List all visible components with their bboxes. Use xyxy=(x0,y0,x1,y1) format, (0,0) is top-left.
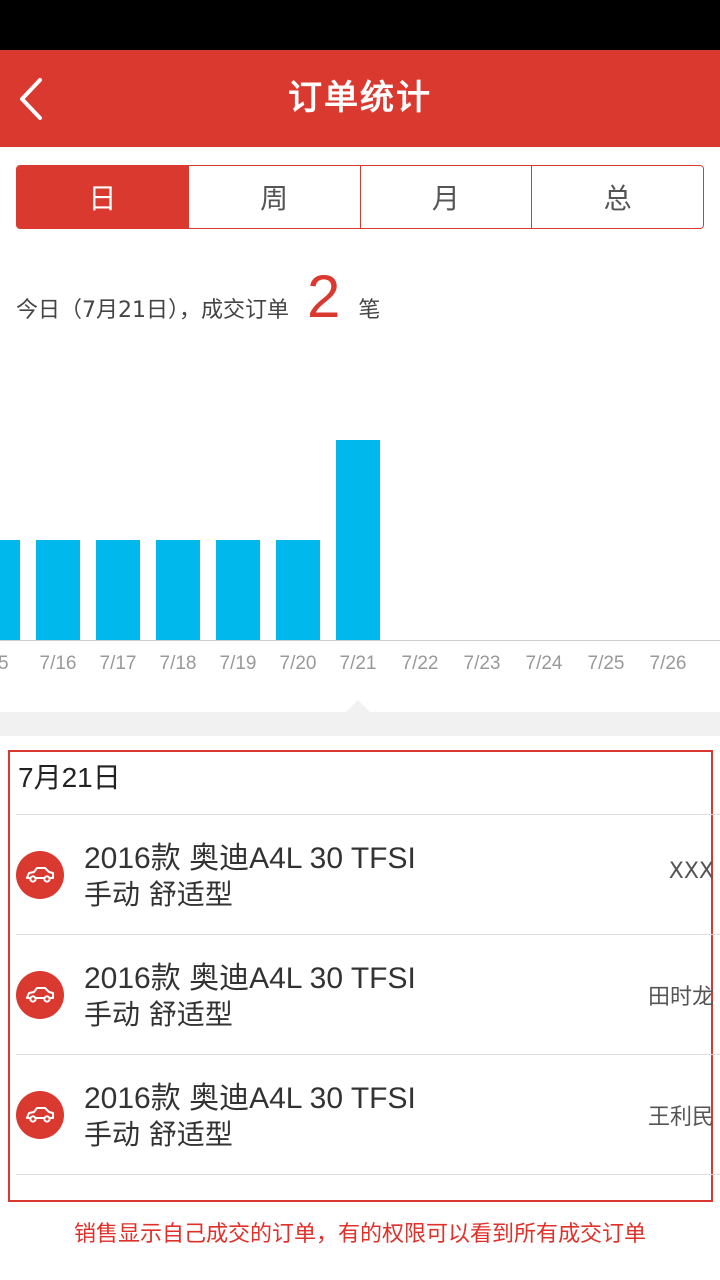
summary-unit: 笔 xyxy=(358,298,381,323)
bar-7-19[interactable] xyxy=(216,540,260,640)
bar-7-21[interactable] xyxy=(336,440,380,640)
bar-7-20[interactable] xyxy=(276,540,320,640)
summary-count: 2 xyxy=(307,263,341,330)
daily-summary: 今日（7月21日），成交订单 2 笔 xyxy=(16,262,380,342)
x-tick-label: 7/21 xyxy=(340,653,377,674)
order-subtitle: 手动 舒适型 xyxy=(84,878,233,911)
selected-date-pointer xyxy=(346,700,370,712)
x-tick-label: 7/20 xyxy=(280,653,317,674)
bar-7-15[interactable] xyxy=(0,540,20,640)
order-subtitle: 手动 舒适型 xyxy=(84,998,233,1031)
order-title: 2016款 奥迪A4L 30 TFSI xyxy=(84,1082,416,1115)
order-item[interactable]: 2016款 奥迪A4L 30 TFSI 手动 舒适型 XXX xyxy=(16,815,716,935)
status-bar xyxy=(0,0,720,50)
divider xyxy=(16,1174,720,1175)
car-icon xyxy=(16,851,64,899)
order-item[interactable]: 2016款 奥迪A4L 30 TFSI 手动 舒适型 田时龙 xyxy=(16,935,716,1055)
bar-7-16[interactable] xyxy=(36,540,80,640)
order-subtitle: 手动 舒适型 xyxy=(84,1118,233,1151)
x-tick-label: 7/19 xyxy=(220,653,257,674)
page-title: 订单统计 xyxy=(288,78,432,118)
order-title: 2016款 奥迪A4L 30 TFSI xyxy=(84,842,416,875)
period-tabs: 日 周 月 总 xyxy=(16,165,704,229)
x-tick-label: 7/18 xyxy=(160,653,197,674)
order-list-date: 7月21日 xyxy=(18,762,121,793)
chevron-left-icon xyxy=(20,78,42,120)
tab-day[interactable]: 日 xyxy=(17,166,188,228)
x-tick-label: 7/23 xyxy=(464,653,501,674)
back-button[interactable] xyxy=(10,68,70,128)
tab-week[interactable]: 周 xyxy=(187,166,360,228)
x-tick-label: 15 xyxy=(0,653,9,674)
bar-7-17[interactable] xyxy=(96,540,140,640)
annotation-note: 销售显示自己成交的订单，有的权限可以看到所有成交订单 xyxy=(73,1222,646,1247)
order-seller: 田时龙 xyxy=(647,985,714,1010)
x-tick-label: 7/17 xyxy=(100,653,137,674)
order-item[interactable]: 2016款 奥迪A4L 30 TFSI 手动 舒适型 王利民 xyxy=(16,1055,716,1175)
tab-total[interactable]: 总 xyxy=(531,166,703,228)
order-seller: XXX xyxy=(668,859,714,884)
app-bar: 订单统计 xyxy=(0,50,720,147)
car-icon xyxy=(16,971,64,1019)
chart-footer-band xyxy=(0,712,720,736)
order-seller: 王利民 xyxy=(647,1105,714,1130)
x-tick-label: 7/25 xyxy=(588,653,625,674)
bar-7-18[interactable] xyxy=(156,540,200,640)
x-tick-label: 7/24 xyxy=(526,653,563,674)
car-icon xyxy=(16,1091,64,1139)
x-tick-label: 7/26 xyxy=(650,653,687,674)
tab-month[interactable]: 月 xyxy=(359,166,532,228)
orders-bar-chart[interactable]: 15 7/16 7/17 7/18 7/19 7/20 7/21 7/22 7/23 7/24 7/… xyxy=(0,360,720,712)
summary-prefix: 今日（7月21日），成交订单 xyxy=(16,298,289,323)
x-tick-label: 7/16 xyxy=(40,653,77,674)
x-tick-label: 7/22 xyxy=(402,653,439,674)
order-title: 2016款 奥迪A4L 30 TFSI xyxy=(84,962,416,995)
